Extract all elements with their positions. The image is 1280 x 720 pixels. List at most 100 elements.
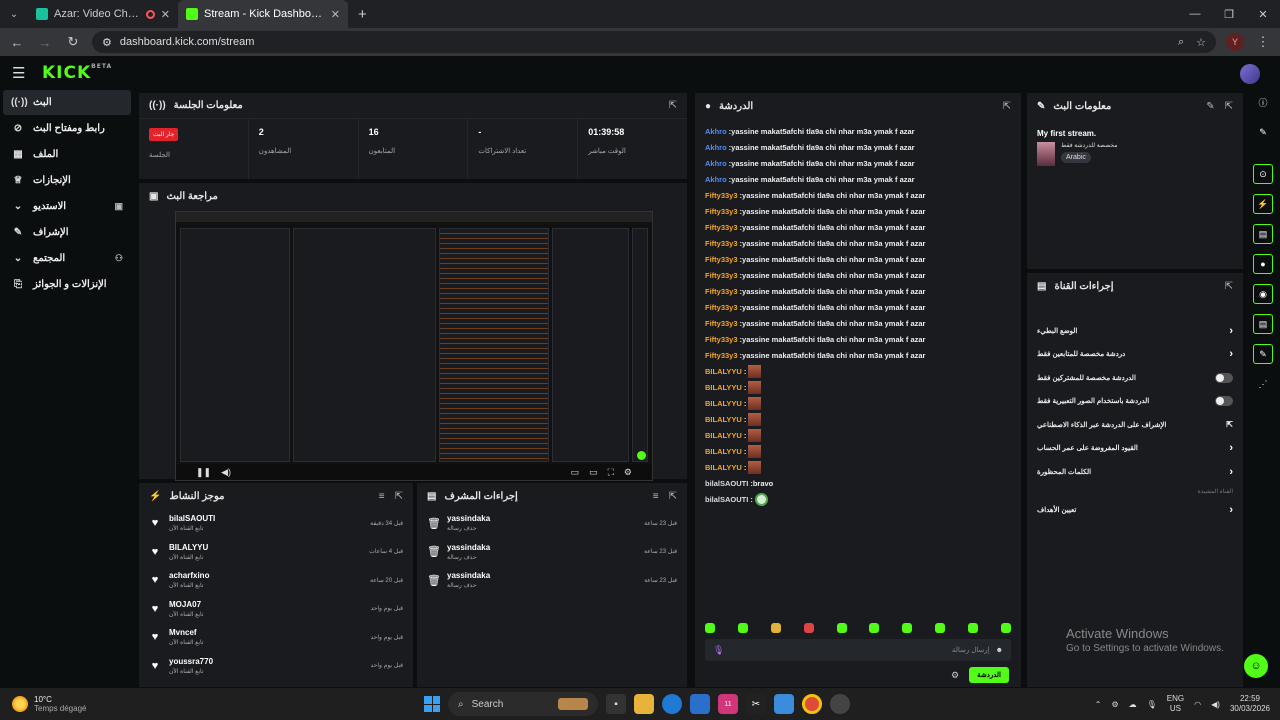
sidebar-item-moderation[interactable]: ✎ الإشراف <box>3 220 131 245</box>
browser-tab-azar[interactable]: Azar: Video Chat with New ✕ <box>28 0 178 28</box>
chat-username[interactable]: BILALYYU <box>705 367 742 376</box>
minimize-icon[interactable]: — <box>1178 0 1212 28</box>
action-set-goals[interactable]: تعيين الأهداف › <box>1027 499 1243 523</box>
store-icon[interactable] <box>690 694 710 714</box>
onedrive-icon[interactable]: ☁ <box>1129 700 1137 709</box>
forward-icon[interactable]: → <box>36 35 54 50</box>
file-explorer-icon[interactable] <box>634 694 654 714</box>
microphone-icon[interactable]: 🎙 <box>713 645 724 656</box>
site-info-icon[interactable]: ⚙ <box>102 36 112 49</box>
chat-username[interactable]: Fifty33y3 <box>705 335 738 344</box>
chat-username[interactable]: Akhro <box>705 159 727 168</box>
chat-username[interactable]: Akhro <box>705 143 727 152</box>
hamburger-menu-icon[interactable]: ☰ <box>12 64 32 82</box>
mod-user[interactable]: yassindaka <box>447 543 636 552</box>
emote-icon[interactable] <box>836 623 847 633</box>
new-tab-button[interactable]: + <box>348 6 377 23</box>
close-tab-icon[interactable]: ✕ <box>161 8 170 21</box>
close-tab-icon[interactable]: ✕ <box>331 8 340 21</box>
emote-icon[interactable] <box>737 623 748 633</box>
mod-user[interactable]: yassindaka <box>447 514 636 523</box>
wifi-icon[interactable]: ◠ <box>1194 700 1201 709</box>
instagram-icon[interactable]: 11 <box>718 694 738 714</box>
emote-icon[interactable] <box>770 623 781 633</box>
target-icon[interactable]: ⊙ <box>1253 164 1273 184</box>
chat-username[interactable]: BILALYYU <box>705 447 742 456</box>
back-icon[interactable]: ← <box>8 35 26 50</box>
subscribers-only-toggle[interactable] <box>1215 372 1233 383</box>
sidebar-item-stream-key[interactable]: ⊘ رابط ومفتاح البث <box>3 116 131 141</box>
chat-username[interactable]: BILALYYU <box>705 399 742 408</box>
emoji-icon[interactable]: ☻ <box>996 647 1003 654</box>
chat-username[interactable]: bilalSAOUTI <box>705 479 748 488</box>
close-window-icon[interactable]: ✕ <box>1246 0 1280 28</box>
chat-username[interactable]: Fifty33y3 <box>705 303 738 312</box>
channel-icon[interactable]: ▤ <box>1253 314 1273 334</box>
tab-search-dropdown[interactable]: ⌄ <box>0 0 28 28</box>
emote-icon[interactable] <box>869 623 880 633</box>
kick-logo[interactable]: KICKBETA <box>42 63 112 83</box>
action-account-age[interactable]: القيود المفروضة على عمر الحساب › <box>1027 437 1243 461</box>
microphone-icon[interactable]: 🎙 <box>1147 700 1157 709</box>
windows-start-icon[interactable] <box>424 696 440 712</box>
chat-username[interactable]: Akhro <box>705 127 727 136</box>
activity-user[interactable]: bilalSAOUTI <box>169 514 362 523</box>
chat-username[interactable]: BILALYYU <box>705 415 742 424</box>
chat-username[interactable]: BILALYYU <box>705 383 742 392</box>
fullscreen-icon[interactable]: ⛶ <box>608 467 614 478</box>
activity-user[interactable]: Mvncef <box>169 628 363 637</box>
chat-username[interactable]: Fifty33y3 <box>705 255 738 264</box>
task-view-icon[interactable]: ▪ <box>606 694 626 714</box>
sidebar-item-profile[interactable]: ▦ الملف <box>3 142 131 167</box>
send-chat-button[interactable]: الدردشة <box>969 667 1009 683</box>
edge-icon[interactable] <box>662 694 682 714</box>
sidebar-item-achievements[interactable]: ♕ الإنجازات <box>3 168 131 193</box>
browser-tab-kick[interactable]: Stream - Kick Dashboard ✕ <box>178 0 348 28</box>
action-banned-words[interactable]: الكلمات المحظورة › <box>1027 460 1243 484</box>
profile-avatar[interactable]: Y <box>1226 33 1244 51</box>
chat-username[interactable]: BILALYYU <box>705 431 742 440</box>
action-ai-moderation[interactable]: الإشراف على الدردشة عبر الذكاء الاصطناعي… <box>1027 413 1243 437</box>
chrome-icon[interactable] <box>802 694 822 714</box>
chat-username[interactable]: Fifty33y3 <box>705 191 738 200</box>
sidebar-item-studio[interactable]: ⌄ الاستديو ▣ <box>3 194 131 219</box>
help-chat-button[interactable]: ☺ <box>1244 654 1268 678</box>
weather-widget[interactable]: 10°C Temps dégagé <box>0 695 200 713</box>
stream-video-player[interactable]: ❚❚ ◀) ▭ ▭ ⛶ ⚙ <box>175 211 653 481</box>
chat-username[interactable]: bilalSAOUTI <box>705 495 748 504</box>
emote-icon[interactable] <box>705 623 715 633</box>
browser-menu-icon[interactable]: ⋮ <box>1254 34 1272 50</box>
clipboard-icon[interactable]: ▤ <box>1253 224 1273 244</box>
zoom-icon[interactable]: ⌕ <box>1178 36 1184 49</box>
edit-icon[interactable]: ✎ <box>1206 101 1214 112</box>
chat-input[interactable]: 🎙 إرسال رسالة ☻ <box>705 639 1011 661</box>
action-slow-mode[interactable]: الوضع البطيء › <box>1027 319 1243 343</box>
chat-username[interactable]: Fifty33y3 <box>705 239 738 248</box>
filter-icon[interactable]: ≡ <box>379 491 385 502</box>
paint-icon[interactable] <box>774 694 794 714</box>
sidebar-item-stream[interactable]: ((·)) البث <box>3 90 131 115</box>
sidebar-item-community[interactable]: ⌄ المجتمع ⚇ <box>3 246 131 271</box>
share-icon[interactable]: ⋰ <box>1253 374 1273 394</box>
restore-icon[interactable]: ❐ <box>1212 0 1246 28</box>
activity-user[interactable]: MOJA07 <box>169 600 363 609</box>
chat-username[interactable]: BILALYYU <box>705 463 742 472</box>
chat-username[interactable]: Fifty33y3 <box>705 287 738 296</box>
volume-icon[interactable]: ◀) <box>1211 700 1220 709</box>
quality-icon[interactable]: ▭ <box>571 467 580 478</box>
reload-icon[interactable]: ↻ <box>64 34 82 50</box>
volume-icon[interactable]: ◀) <box>221 467 231 478</box>
emote-icon[interactable] <box>1000 623 1011 633</box>
popout-icon[interactable]: ⇱ <box>1225 101 1233 112</box>
popout-icon[interactable]: ⇱ <box>1225 281 1233 292</box>
bookmark-star-icon[interactable]: ☆ <box>1196 36 1206 49</box>
chat-username[interactable]: Fifty33y3 <box>705 271 738 280</box>
chat-username[interactable]: Fifty33y3 <box>705 319 738 328</box>
chat-username[interactable]: Akhro <box>705 175 727 184</box>
obs-icon[interactable] <box>830 694 850 714</box>
edit-icon[interactable]: ✎ <box>1253 122 1273 142</box>
chat-bubble-icon[interactable]: ● <box>1253 254 1273 274</box>
mod-user[interactable]: yassindaka <box>447 571 636 580</box>
emote-icon[interactable] <box>935 623 946 633</box>
action-followers-only[interactable]: دردشة مخصصة للمتابعين فقط › <box>1027 343 1243 367</box>
